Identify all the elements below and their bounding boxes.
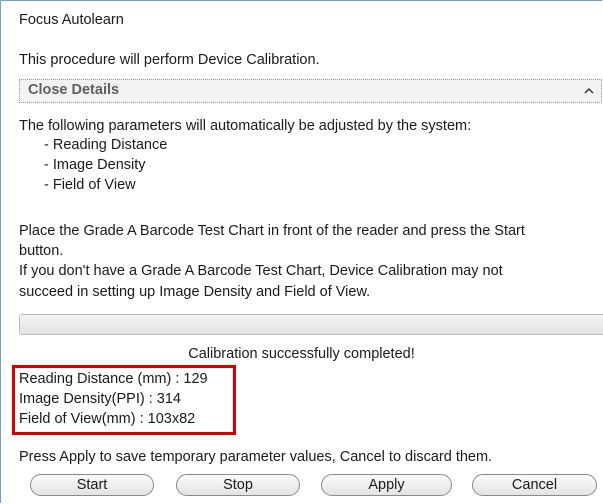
instruction-place-line1: Place the Grade A Barcode Test Chart in … (19, 223, 525, 239)
progress-fill (20, 315, 603, 334)
instruction-place-line2: button. (19, 243, 64, 259)
param-reading-distance: - Reading Distance (44, 137, 168, 153)
params-intro-text: The following parameters will automatica… (19, 118, 472, 134)
close-details-label: Close Details (28, 82, 120, 98)
instruction-nochart-line2: succeed in setting up Image Density and … (19, 284, 371, 300)
apply-button[interactable]: Apply (321, 474, 452, 496)
result-image-density: Image Density(PPI) : 314 (19, 391, 181, 407)
param-field-of-view: - Field of View (44, 177, 136, 193)
result-reading-distance: Reading Distance (mm) : 129 (19, 371, 208, 387)
chevron-up-icon (584, 87, 594, 94)
cancel-button[interactable]: Cancel (472, 474, 597, 496)
intro-text: This procedure will perform Device Calib… (19, 52, 320, 68)
instruction-nochart-line1: If you don't have a Grade A Barcode Test… (19, 263, 503, 279)
stop-button[interactable]: Stop (176, 474, 300, 496)
param-image-density: - Image Density (44, 157, 146, 173)
calibration-progress-bar (19, 314, 603, 335)
apply-hint-text: Press Apply to save temporary parameter … (19, 449, 493, 465)
result-field-of-view: Field of View(mm) : 103x82 (19, 411, 196, 427)
close-details-toggle[interactable]: Close Details (19, 79, 602, 103)
window-title: Focus Autolearn (19, 12, 124, 28)
start-button[interactable]: Start (30, 474, 154, 496)
calibration-status: Calibration successfully completed! (188, 346, 415, 362)
